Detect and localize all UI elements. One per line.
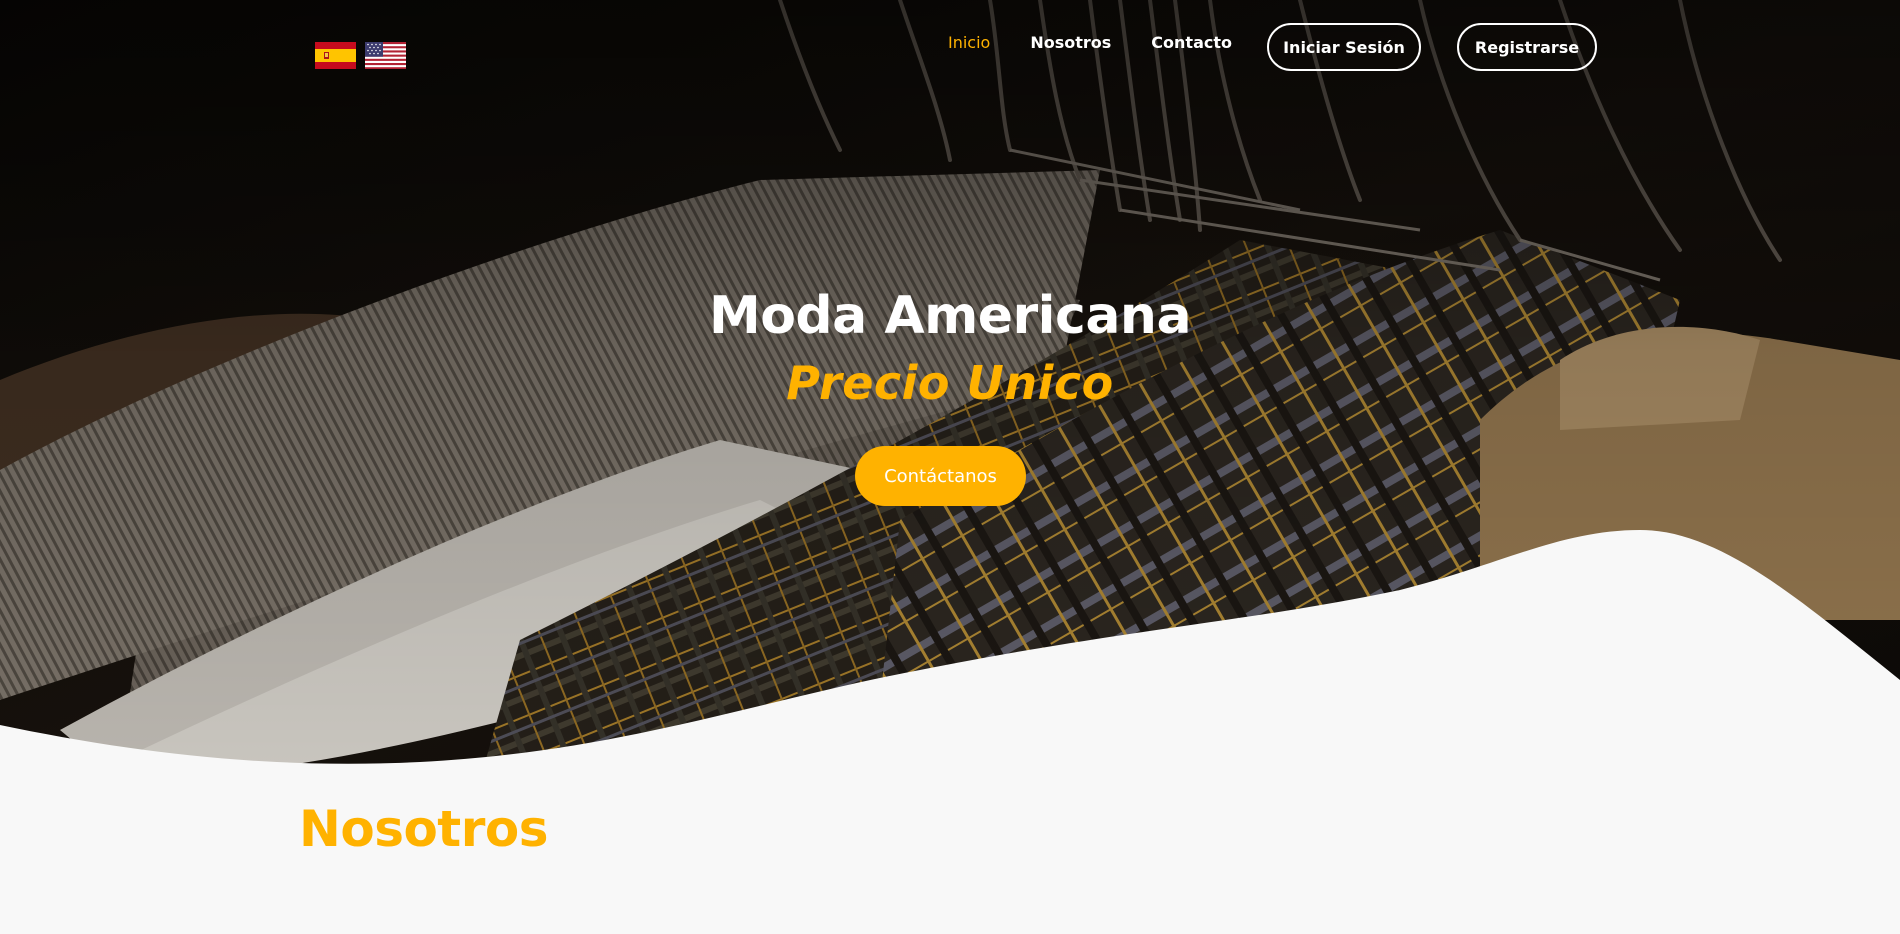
usa-flag-icon[interactable] [365,42,406,69]
register-button[interactable]: Registrarse [1457,23,1597,71]
main-nav: Inicio Nosotros Contacto [948,33,1272,52]
nav-link-contacto[interactable]: Contacto [1151,33,1232,52]
hero-section: Inicio Nosotros Contacto Iniciar Sesión … [0,0,1900,934]
hero-subtitle: Precio Unico [786,356,1114,410]
contact-cta-button[interactable]: Contáctanos [855,446,1026,506]
spain-flag-icon[interactable] [315,42,356,69]
login-button[interactable]: Iniciar Sesión [1267,23,1421,71]
hero-title: Moda Americana [708,286,1192,346]
nav-link-inicio[interactable]: Inicio [948,33,990,52]
auth-buttons: Iniciar Sesión Registrarse [1267,23,1597,71]
about-section-title: Nosotros [299,800,548,858]
nav-link-nosotros[interactable]: Nosotros [1030,33,1111,52]
language-switcher [315,42,406,69]
